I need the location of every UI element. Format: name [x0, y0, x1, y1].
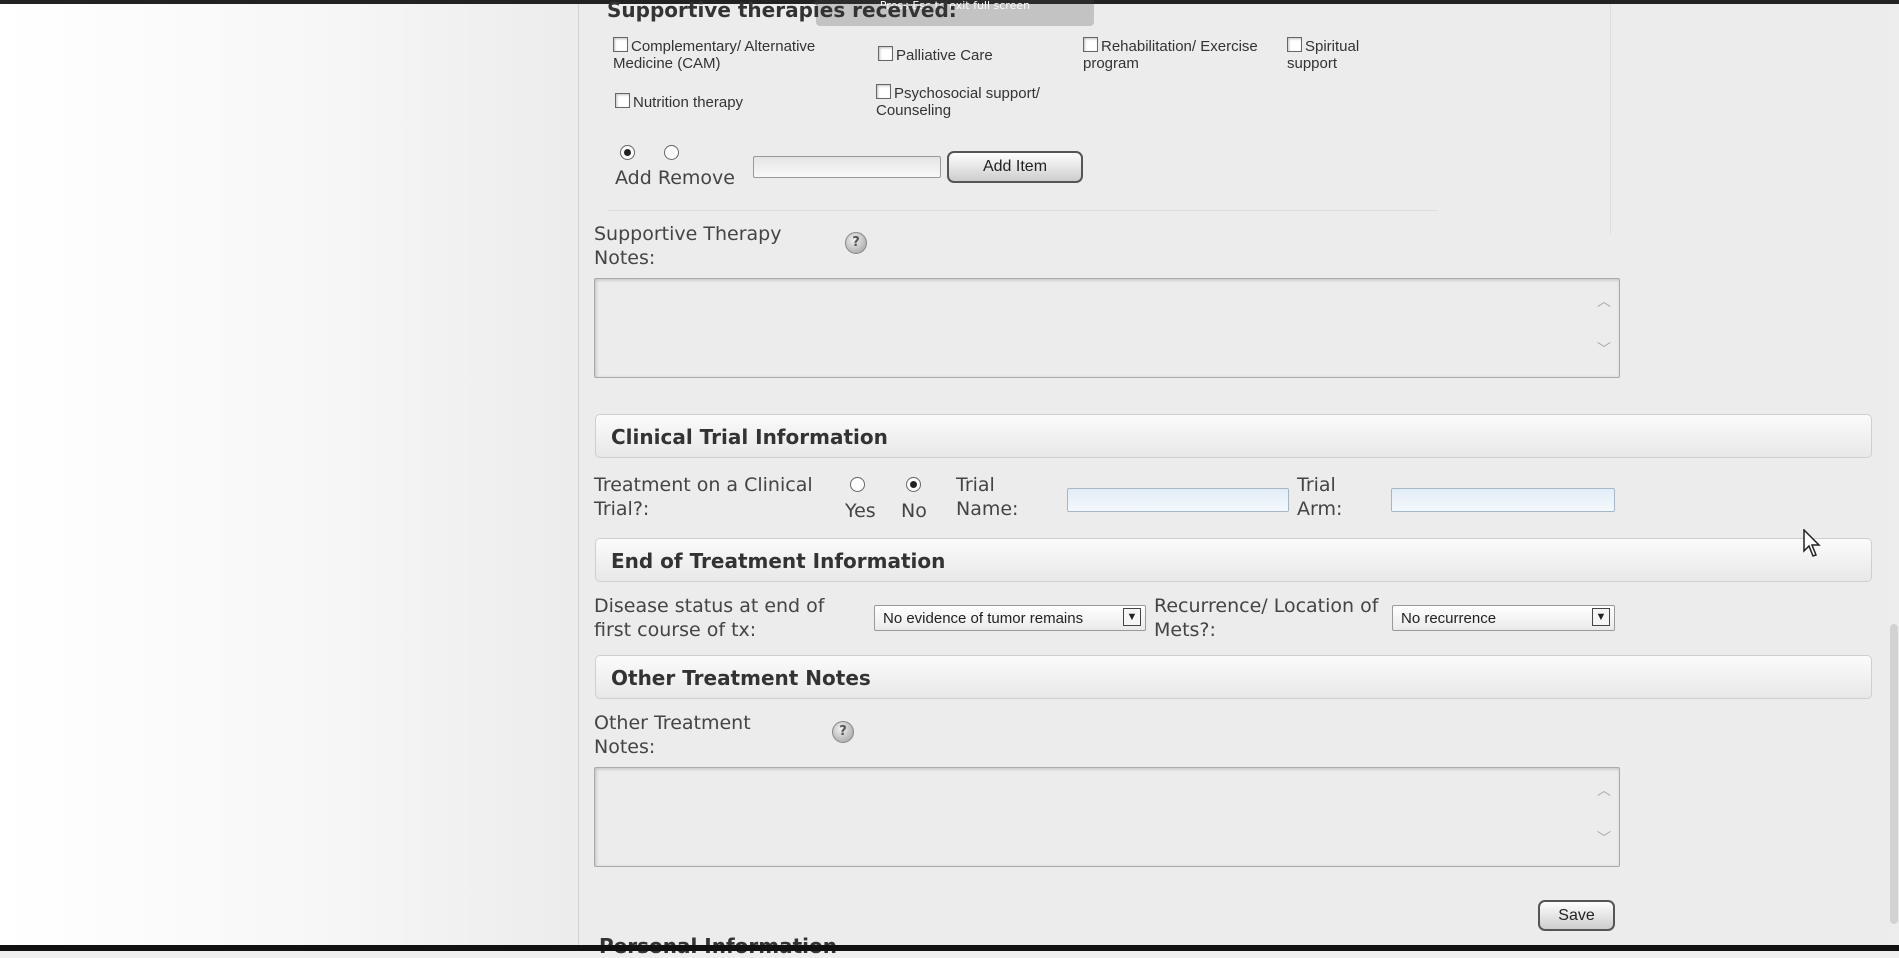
- end-of-treatment-header: End of Treatment Information: [595, 538, 1872, 582]
- checkbox-box[interactable]: [615, 93, 630, 108]
- checkbox-box[interactable]: [613, 37, 628, 52]
- save-button[interactable]: Save: [1538, 900, 1615, 931]
- add-item-button[interactable]: Add Item: [947, 151, 1083, 183]
- section-right-border: [1610, 4, 1611, 234]
- scrollbar[interactable]: [1889, 4, 1899, 945]
- recurrence-label: Recurrence/ Location of Mets?:: [1154, 595, 1379, 641]
- disease-status-select[interactable]: No evidence of tumor remains ▼: [874, 605, 1146, 631]
- radio-remove[interactable]: [664, 145, 679, 160]
- other-notes-label: Other Treatment Notes:: [594, 712, 751, 758]
- checkbox-label: Nutrition therapy: [633, 94, 744, 111]
- divider: [608, 210, 1438, 211]
- checkbox-palliative-care[interactable]: Palliative Care: [878, 46, 1048, 64]
- disease-status-label: Disease status at end of first course of…: [594, 595, 825, 641]
- checkbox-psychosocial-support[interactable]: Psychosocial support/ Counseling: [876, 84, 1066, 119]
- other-notes-textarea[interactable]: ︿ ﹀: [594, 767, 1620, 867]
- radio-no-label: No: [901, 500, 927, 522]
- trial-arm-input[interactable]: [1391, 488, 1615, 512]
- supportive-notes-textarea[interactable]: ︿ ﹀: [594, 278, 1620, 378]
- new-item-input[interactable]: [753, 156, 941, 178]
- trial-arm-label: Trial Arm:: [1297, 474, 1343, 520]
- trial-name-input[interactable]: [1067, 488, 1289, 512]
- trial-name-label: Trial Name:: [956, 474, 1019, 520]
- clinical-trial-title: Clinical Trial Information: [611, 425, 888, 449]
- scroll-down-icon[interactable]: ﹀: [1597, 832, 1611, 846]
- clinical-trial-header: Clinical Trial Information: [595, 414, 1872, 458]
- radio-no[interactable]: [906, 477, 921, 492]
- checkbox-spiritual-support[interactable]: Spiritual support: [1287, 37, 1387, 72]
- checkbox-label: Psychosocial support/ Counseling: [876, 85, 1040, 119]
- checkbox-box[interactable]: [1083, 37, 1098, 52]
- radio-add-label: Add: [615, 167, 652, 189]
- supportive-therapies-title: Supportive therapies received:: [607, 0, 957, 22]
- left-empty-pane: [0, 4, 578, 945]
- checkbox-label: Rehabilitation/ Exercise program: [1083, 38, 1258, 72]
- checkbox-box[interactable]: [1287, 37, 1302, 52]
- help-icon[interactable]: ?: [832, 721, 854, 743]
- mouse-cursor-icon: [1803, 529, 1821, 557]
- scroll-up-icon[interactable]: ︿: [1597, 295, 1611, 309]
- add-remove-labels: Add Remove: [615, 166, 735, 190]
- radio-yes[interactable]: [850, 477, 865, 492]
- checkbox-box[interactable]: [878, 46, 893, 61]
- radio-add[interactable]: [620, 145, 635, 160]
- checkbox-label: Complementary/ Alternative Medicine (CAM…: [613, 38, 816, 72]
- chevron-down-icon[interactable]: ▼: [1123, 608, 1141, 626]
- clinical-trial-question-label: Treatment on a Clinical Trial?:: [594, 474, 813, 520]
- scroll-down-icon[interactable]: ﹀: [1597, 343, 1611, 357]
- end-of-treatment-title: End of Treatment Information: [611, 549, 946, 573]
- recurrence-select[interactable]: No recurrence ▼: [1392, 605, 1615, 631]
- help-icon[interactable]: ?: [845, 232, 867, 254]
- scrollbar-thumb[interactable]: [1890, 624, 1898, 924]
- chevron-down-icon[interactable]: ▼: [1592, 608, 1610, 626]
- other-treatment-header: Other Treatment Notes: [595, 655, 1872, 699]
- checkbox-rehabilitation[interactable]: Rehabilitation/ Exercise program: [1083, 37, 1273, 72]
- checkbox-label: Palliative Care: [896, 47, 993, 64]
- other-treatment-title: Other Treatment Notes: [611, 666, 871, 690]
- radio-remove-label: Remove: [657, 167, 735, 189]
- disease-status-value: No evidence of tumor remains: [883, 610, 1084, 627]
- bottom-edge: [0, 945, 1899, 951]
- radio-yes-label: Yes: [845, 500, 876, 522]
- supportive-notes-label: Supportive Therapy Notes:: [594, 223, 782, 269]
- scroll-up-icon[interactable]: ︿: [1597, 784, 1611, 798]
- checkbox-box[interactable]: [876, 84, 891, 99]
- recurrence-value: No recurrence: [1401, 610, 1497, 627]
- checkbox-cam[interactable]: Complementary/ Alternative Medicine (CAM…: [613, 37, 843, 72]
- checkbox-nutrition-therapy[interactable]: Nutrition therapy: [615, 93, 815, 111]
